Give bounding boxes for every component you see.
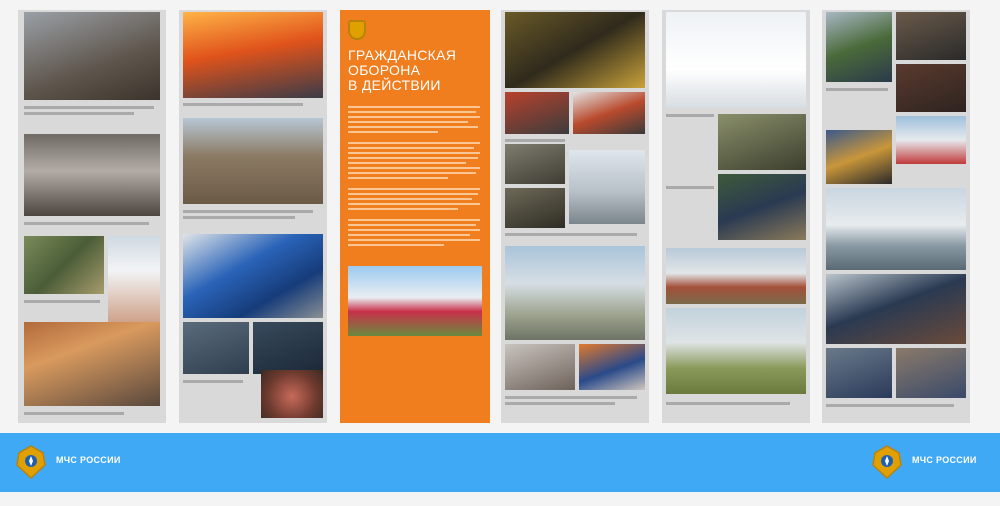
body-text-line [348, 157, 478, 159]
caption-line [183, 216, 295, 219]
body-text-line [348, 147, 474, 149]
photo-firefighting-aircraft [666, 12, 806, 108]
photo-rescuers-rubble [24, 12, 160, 100]
emercom-emblem-icon [872, 445, 902, 479]
panel-5 [662, 10, 810, 423]
photo-humanitarian-aid [505, 344, 575, 390]
photo-rescuer-helmet [573, 92, 645, 134]
body-text-line [348, 106, 480, 108]
photo-winter-tents [826, 188, 966, 270]
body-text-line [348, 162, 466, 164]
body-text-line [348, 126, 478, 128]
title-panel: ГРАЖДАНСКАЯ ОБОРОНА В ДЕЙСТВИИ [340, 10, 490, 423]
body-text-line [348, 142, 480, 144]
caption-line [505, 402, 615, 405]
photo-rescue-operation [505, 12, 645, 88]
photo-people-group [896, 348, 966, 398]
title-line-2: ОБОРОНА [348, 62, 421, 78]
body-text-line [348, 208, 458, 210]
brand-name-right: МЧС РОССИИ [912, 455, 977, 465]
caption-line [183, 380, 243, 383]
photo-volunteers [579, 344, 645, 390]
photo-crowd [896, 12, 966, 60]
title-line-3: В ДЕЙСТВИИ [348, 77, 441, 93]
brand-name-left: МЧС РОССИИ [56, 455, 121, 465]
photo-airplane [896, 116, 966, 164]
photo-monitoring-center [253, 322, 323, 374]
caption-line [666, 186, 714, 189]
caption-line [505, 139, 565, 142]
body-text-line [348, 111, 476, 113]
photo-device [261, 370, 323, 418]
panel-1 [18, 10, 166, 423]
body-text-line [348, 203, 480, 205]
caption-line [183, 103, 303, 106]
photo-tv-tower [108, 236, 160, 322]
body-text-line [348, 131, 438, 133]
body-text-line [348, 224, 476, 226]
photo-shelter [896, 64, 966, 112]
photo-church-city [569, 150, 645, 224]
photo-cargo-unload [826, 130, 892, 184]
caption-line [666, 114, 714, 117]
title-line-1: ГРАЖДАНСКАЯ [348, 47, 457, 63]
photo-car-rescue [718, 114, 806, 170]
photo-workers [505, 188, 565, 228]
caption-line [505, 396, 637, 399]
poster-board: ГРАЖДАНСКАЯ ОБОРОНА В ДЕЙСТВИИ МЧС РОССИ… [0, 0, 1000, 506]
body-text-line [348, 244, 444, 246]
caption-line [24, 300, 100, 303]
body-text-line [348, 188, 480, 190]
caption-line [826, 88, 888, 91]
photo-tent-camp [505, 246, 645, 340]
body-text-line [348, 193, 478, 195]
caption-line [826, 404, 954, 407]
photo-officials [718, 174, 806, 240]
photo-vehicles-field [666, 248, 806, 304]
caption-line [183, 210, 313, 213]
photo-collapsed-building [24, 322, 160, 406]
body-text-line [348, 177, 448, 179]
body-text-line [348, 121, 468, 123]
photo-control-room [183, 322, 249, 374]
body-text-line [348, 229, 480, 231]
panel-2 [179, 10, 327, 423]
photo-sayano-rescuer [183, 234, 323, 318]
body-text-line [348, 167, 480, 169]
photo-mobile-complex [348, 266, 482, 336]
panel-title: ГРАЖДАНСКАЯ ОБОРОНА В ДЕЙСТВИИ [348, 48, 478, 93]
caption-line [505, 233, 637, 236]
footer-bar: МЧС РОССИИ МЧС РОССИИ [0, 433, 1000, 492]
caption-line [24, 222, 149, 225]
panel-4 [501, 10, 649, 423]
photo-rescuer-child [826, 12, 892, 82]
body-text-line [348, 152, 480, 154]
photo-team-group [826, 348, 892, 398]
photo-equipment [505, 144, 565, 184]
photo-crash-wreckage [24, 134, 160, 216]
caption-line [24, 412, 124, 415]
panel-6 [822, 10, 970, 423]
photo-animal-rescue [826, 274, 966, 344]
photo-rescuers-team [505, 92, 569, 134]
coat-of-arms-icon [348, 20, 366, 40]
body-text-line [348, 172, 476, 174]
photo-river-rescue [183, 118, 323, 204]
caption-line [666, 402, 790, 405]
body-text-line [348, 239, 480, 241]
photo-firefighters-blaze [183, 12, 323, 98]
body-text-line [348, 116, 480, 118]
body-text-line [348, 234, 470, 236]
photo-convoy [666, 308, 806, 394]
caption-line [24, 112, 134, 115]
emercom-emblem-icon [16, 445, 46, 479]
body-text-line [348, 198, 472, 200]
caption-line [24, 106, 154, 109]
photo-debris-site [24, 236, 104, 294]
body-text-line [348, 219, 480, 221]
